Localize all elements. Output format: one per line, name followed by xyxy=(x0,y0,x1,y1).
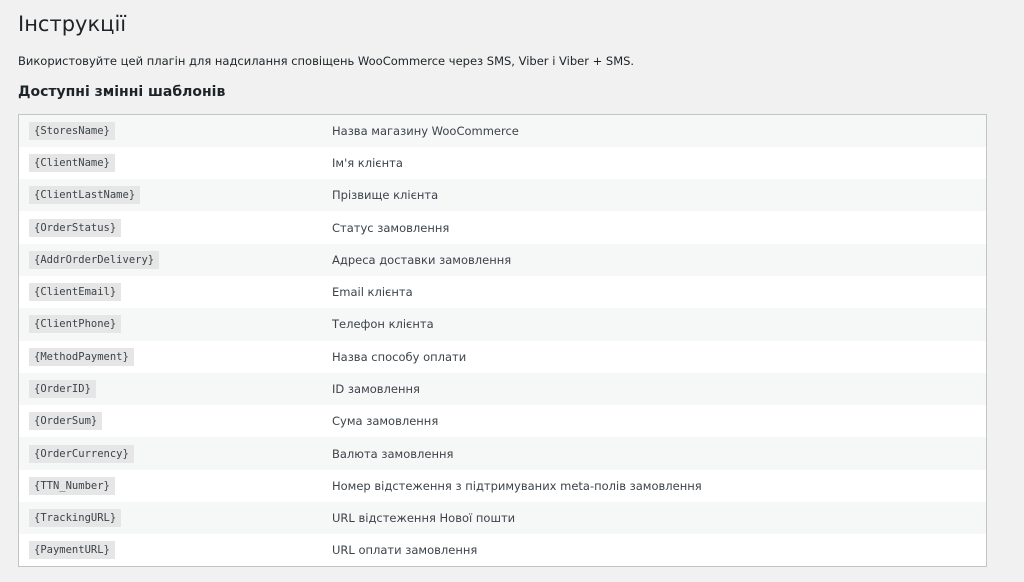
variable-description: ID замовлення xyxy=(332,382,420,397)
variable-cell: {ClientPhone} xyxy=(19,308,323,340)
variable-cell: {StoresName} xyxy=(19,115,323,147)
description-cell: Статус замовлення xyxy=(322,211,987,243)
variable-code: {ClientEmail} xyxy=(29,283,122,302)
variable-cell: {TTN_Number} xyxy=(19,470,323,502)
variable-description: Назва магазину WooCommerce xyxy=(332,123,519,138)
variable-cell: {TrackingURL} xyxy=(19,502,323,534)
table-row: {TTN_Number} Номер відстеження з підтрим… xyxy=(18,469,987,503)
variable-description: Назва способу оплати xyxy=(332,349,467,364)
description-cell: URL відстеження Нової пошти xyxy=(322,502,987,534)
variable-code: {OrderSum} xyxy=(29,412,103,431)
description-cell: URL оплати замовлення xyxy=(322,534,987,566)
table-row: {ClientEmail} Email клієнта xyxy=(18,275,987,309)
variable-description: Адреса доставки замовлення xyxy=(332,252,512,267)
table-row: {ClientLastName} Прізвище клієнта xyxy=(18,179,987,212)
variable-code: {OrderID} xyxy=(29,380,96,399)
description-cell: Номер відстеження з підтримуваних meta-п… xyxy=(322,470,987,502)
table-row: {ClientName} Ім'я клієнта xyxy=(18,146,987,180)
table-row: {OrderCurrency} Валюта замовлення xyxy=(18,437,987,470)
template-variables-table: {StoresName} Назва магазину WooCommerce … xyxy=(18,114,987,568)
variable-code: {PaymentURL} xyxy=(29,541,115,560)
intro-text: Використовуйте цей плагін для надсилання… xyxy=(18,54,635,68)
variable-description: URL відстеження Нової пошти xyxy=(332,511,516,526)
variable-cell: {OrderSum} xyxy=(19,405,323,437)
description-cell: Прізвище клієнта xyxy=(322,179,987,211)
variable-cell: {OrderCurrency} xyxy=(19,437,323,469)
variable-code: {ClientLastName} xyxy=(29,186,141,205)
variable-description: Номер відстеження з підтримуваних meta-п… xyxy=(332,478,702,493)
page-title: Інструкції xyxy=(18,12,127,36)
description-cell: Ім'я клієнта xyxy=(322,147,987,179)
table-row: {ClientPhone} Телефон клієнта xyxy=(18,308,987,341)
table-row: {OrderID} ID замовлення xyxy=(18,372,987,406)
description-cell: Телефон клієнта xyxy=(322,308,987,340)
variable-cell: {OrderID} xyxy=(19,373,323,405)
variable-code: {OrderCurrency} xyxy=(29,444,134,463)
table-row: {MethodPayment} Назва способу оплати xyxy=(18,340,987,373)
table-row: {PaymentURL} URL оплати замовлення xyxy=(18,534,987,567)
variable-cell: {OrderStatus} xyxy=(19,211,323,243)
table-row: {AddrOrderDelivery} Адреса доставки замо… xyxy=(18,243,987,276)
variable-code: {TrackingURL} xyxy=(29,509,122,528)
table-row: {TrackingURL} URL відстеження Нової пошт… xyxy=(18,502,987,535)
description-cell: Назва способу оплати xyxy=(322,341,987,373)
variable-description: Валюта замовлення xyxy=(332,446,454,461)
variable-code: {StoresName} xyxy=(29,121,115,140)
variable-code: {TTN_Number} xyxy=(29,476,115,495)
description-cell: Адреса доставки замовлення xyxy=(322,244,987,276)
variable-code: {AddrOrderDelivery} xyxy=(29,250,160,269)
variable-description: URL оплати замовлення xyxy=(332,543,478,558)
variable-code: {ClientPhone} xyxy=(29,315,122,334)
variable-cell: {MethodPayment} xyxy=(19,341,323,373)
variable-description: Сума замовлення xyxy=(332,414,439,429)
variable-description: Статус замовлення xyxy=(332,220,450,235)
variable-cell: {ClientName} xyxy=(19,147,323,179)
description-cell: ID замовлення xyxy=(322,373,987,405)
variable-code: {MethodPayment} xyxy=(29,347,134,366)
table-row: {StoresName} Назва магазину WooCommerce xyxy=(18,114,987,147)
variable-cell: {PaymentURL} xyxy=(19,534,323,566)
variable-description: Ім'я клієнта xyxy=(332,155,403,170)
variable-description: Прізвище клієнта xyxy=(332,188,439,203)
variable-cell: {ClientLastName} xyxy=(19,179,323,211)
section-title: Доступні змінні шаблонів xyxy=(18,84,226,100)
variable-code: {OrderStatus} xyxy=(29,218,122,237)
description-cell: Email клієнта xyxy=(322,276,987,308)
variable-cell: {ClientEmail} xyxy=(19,276,323,308)
variable-cell: {AddrOrderDelivery} xyxy=(19,244,323,276)
description-cell: Сума замовлення xyxy=(322,405,987,437)
variable-description: Email клієнта xyxy=(332,285,413,300)
description-cell: Валюта замовлення xyxy=(322,437,987,469)
variable-description: Телефон клієнта xyxy=(332,317,434,332)
variable-code: {ClientName} xyxy=(29,153,115,172)
table-row: {OrderStatus} Статус замовлення xyxy=(18,211,987,244)
table-row: {OrderSum} Сума замовлення xyxy=(18,405,987,438)
description-cell: Назва магазину WooCommerce xyxy=(322,115,987,147)
